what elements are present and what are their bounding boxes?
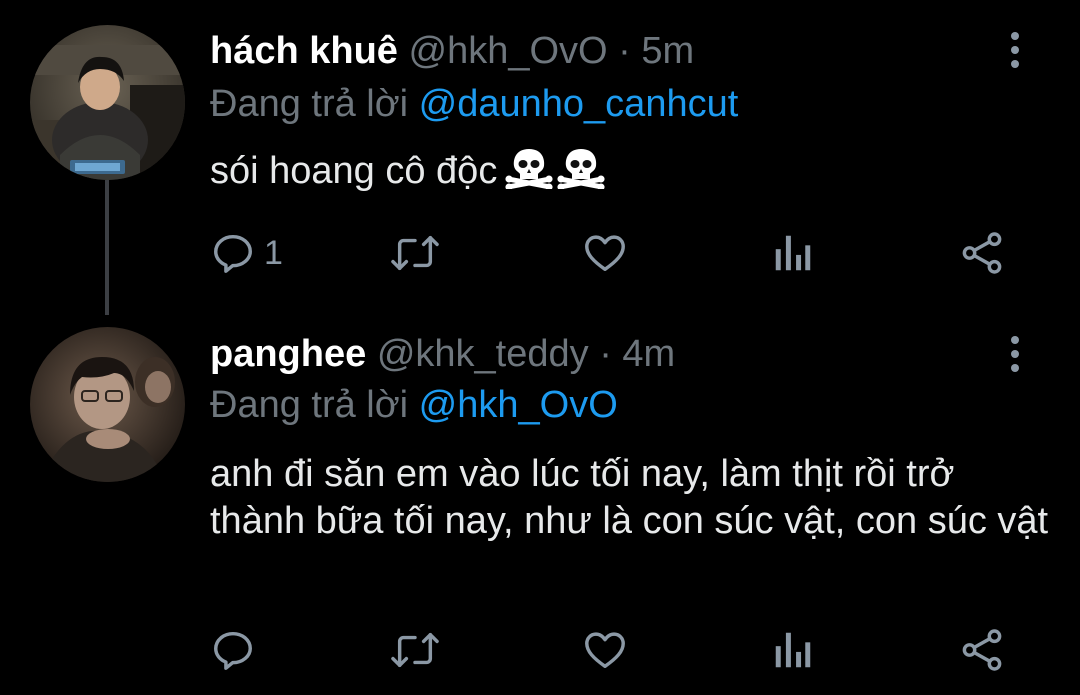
stats-icon [775, 235, 811, 271]
retweet-button[interactable] [390, 625, 440, 675]
reply-button[interactable] [210, 625, 264, 675]
more-options-button[interactable] [998, 329, 1032, 379]
reply-count: 1 [264, 233, 283, 272]
more-options-button[interactable] [998, 25, 1032, 75]
reply-button[interactable]: 1 [210, 228, 283, 278]
more-icon [1011, 32, 1019, 40]
like-button[interactable] [582, 228, 628, 278]
tweet-text: anh đi săn em vào lúc tối nay, làm thịt … [210, 451, 1050, 545]
tweet-header: hách khuê @hkh_OvO · 5m [210, 26, 1000, 76]
action-bar: 1 [210, 228, 1010, 278]
share-button[interactable] [958, 625, 1006, 675]
like-icon [585, 632, 625, 669]
replying-to-label: Đang trả lời [210, 384, 409, 426]
tweet-text: sói hoang cô độc [210, 145, 1050, 201]
avatar[interactable] [30, 25, 185, 180]
separator-dot: · [599, 333, 612, 375]
retweet-icon [391, 235, 439, 271]
timestamp[interactable]: 4m [622, 333, 675, 375]
retweet-icon [391, 632, 439, 668]
replying-to: Đang trả lời @daunho_canhcut [210, 79, 738, 129]
reply-icon [214, 234, 252, 273]
like-icon [585, 235, 625, 272]
stats-button[interactable] [773, 228, 813, 278]
mention-link[interactable]: @daunho_canhcut [419, 83, 739, 125]
stats-icon [775, 632, 811, 668]
stats-button[interactable] [773, 625, 813, 675]
replying-to: Đang trả lời @hkh_OvO [210, 380, 618, 430]
like-button[interactable] [582, 625, 628, 675]
share-icon [962, 232, 1002, 274]
display-name[interactable]: hách khuê [210, 30, 398, 72]
skull-emoji-icon [505, 145, 605, 201]
tweet[interactable]: hách khuê @hkh_OvO · 5m Đang trả lời @da… [0, 0, 1080, 315]
thread-connector [105, 180, 109, 315]
retweet-button[interactable] [390, 228, 440, 278]
tweet-body: sói hoang cô độc [210, 150, 498, 192]
reply-icon [214, 631, 252, 670]
more-icon [1011, 336, 1019, 344]
user-handle[interactable]: @hkh_OvO [409, 30, 608, 72]
replying-to-label: Đang trả lời [210, 83, 409, 125]
action-bar [210, 625, 1010, 675]
mention-link[interactable]: @hkh_OvO [419, 384, 618, 426]
tweet-body: anh đi săn em vào lúc tối nay, làm thịt … [210, 453, 1049, 542]
share-icon [962, 629, 1002, 671]
display-name[interactable]: panghee [210, 333, 366, 375]
share-button[interactable] [958, 228, 1006, 278]
avatar[interactable] [30, 327, 185, 482]
user-handle[interactable]: @khk_teddy [377, 333, 589, 375]
separator-dot: · [618, 30, 631, 72]
tweet[interactable]: panghee @khk_teddy · 4m Đang trả lời @hk… [0, 305, 1080, 695]
tweet-header: panghee @khk_teddy · 4m [210, 329, 1000, 379]
timestamp[interactable]: 5m [641, 30, 694, 72]
